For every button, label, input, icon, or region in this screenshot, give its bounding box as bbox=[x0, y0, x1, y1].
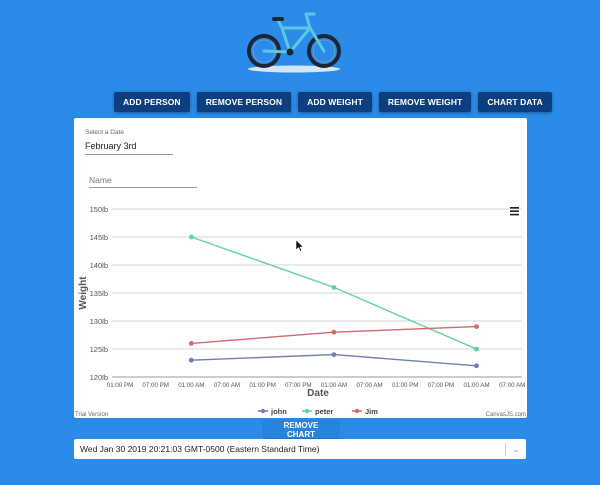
trial-version-text: Trial Version bbox=[75, 412, 108, 418]
bicycle-logo bbox=[247, 12, 341, 73]
data-point-peter[interactable] bbox=[331, 285, 337, 290]
x-tick-label: 07:00 AM bbox=[214, 382, 240, 389]
legend-marker-jim bbox=[354, 408, 360, 414]
x-tick-label: 01:00 PM bbox=[107, 382, 133, 389]
data-point-peter[interactable] bbox=[474, 346, 479, 352]
x-axis-label: Date bbox=[307, 388, 329, 399]
toolbar: ADD PERSON REMOVE PERSON ADD WEIGHT REMO… bbox=[114, 92, 552, 112]
remove-weight-button[interactable]: REMOVE WEIGHT bbox=[378, 92, 472, 112]
y-tick-label: 140lb bbox=[90, 261, 108, 270]
menu-icon[interactable] bbox=[510, 207, 519, 216]
chart-legend: john peter Jim bbox=[258, 407, 378, 416]
date-select[interactable]: Wed Jan 30 2019 20:21:03 GMT-0500 (Easte… bbox=[74, 439, 526, 459]
y-tick-label: 120lb bbox=[90, 373, 108, 382]
data-point-jim[interactable] bbox=[331, 329, 337, 335]
y-tick-label: 145lb bbox=[90, 233, 108, 242]
chart-data-button[interactable]: CHART DATA bbox=[478, 92, 552, 112]
data-point-peter[interactable] bbox=[188, 234, 194, 240]
weight-line-chart: 120lb 125lb 130lb 135lb 140lb 145lb 150lb 01:0… bbox=[75, 205, 526, 418]
name-input[interactable] bbox=[89, 173, 197, 188]
x-tick-label: 01:00 PM bbox=[392, 382, 418, 389]
legend-label-jim[interactable]: Jim bbox=[365, 407, 378, 416]
remove-chart-button[interactable]: REMOVE CHART bbox=[264, 420, 338, 439]
x-tick-label: 07:00 PM bbox=[142, 382, 168, 389]
x-tick-label: 01:00 AM bbox=[178, 382, 204, 389]
data-point-john[interactable] bbox=[188, 357, 194, 363]
data-point-john[interactable] bbox=[474, 363, 479, 369]
canvasjs-credit: CanvasJS.com bbox=[486, 412, 526, 418]
date-picker-field[interactable]: February 3rd bbox=[85, 141, 137, 151]
chevron-down-icon[interactable]: ⌄ bbox=[506, 444, 526, 455]
remove-person-button[interactable]: REMOVE PERSON bbox=[196, 92, 292, 112]
chart-card: Select a Date February 3rd 120lb 125lb 130… bbox=[74, 118, 527, 418]
add-person-button[interactable]: ADD PERSON bbox=[114, 92, 190, 112]
add-weight-button[interactable]: ADD WEIGHT bbox=[298, 92, 372, 112]
x-tick-label: 07:00 AM bbox=[356, 382, 382, 389]
series-lines bbox=[188, 234, 479, 369]
y-axis-ticks: 120lb 125lb 130lb 135lb 140lb 145lb 150lb bbox=[90, 205, 108, 382]
legend-marker-john bbox=[260, 408, 266, 414]
x-tick-label: 07:00 AM bbox=[499, 382, 525, 389]
x-tick-label: 01:00 PM bbox=[249, 382, 275, 389]
legend-label-john[interactable]: john bbox=[270, 407, 287, 416]
y-tick-label: 150lb bbox=[90, 205, 108, 214]
series-line-jim bbox=[191, 325, 477, 345]
y-tick-label: 125lb bbox=[90, 345, 108, 354]
data-point-john[interactable] bbox=[331, 352, 337, 357]
date-picker-underline bbox=[85, 154, 173, 155]
date-select-value: Wed Jan 30 2019 20:21:03 GMT-0500 (Easte… bbox=[80, 444, 320, 454]
legend-marker-peter bbox=[304, 408, 310, 414]
mouse-pointer-icon bbox=[296, 240, 304, 252]
x-tick-label: 07:00 PM bbox=[428, 382, 454, 389]
date-picker-label: Select a Date bbox=[85, 129, 125, 136]
data-point-jim[interactable] bbox=[188, 341, 194, 346]
y-axis-label: Weight bbox=[78, 276, 89, 310]
y-tick-label: 135lb bbox=[90, 289, 108, 298]
y-tick-label: 130lb bbox=[90, 317, 108, 326]
x-tick-label: 01:00 AM bbox=[463, 382, 489, 389]
data-point-jim[interactable] bbox=[474, 324, 479, 329]
grid-lines bbox=[112, 208, 522, 378]
legend-label-peter[interactable]: peter bbox=[315, 407, 333, 416]
